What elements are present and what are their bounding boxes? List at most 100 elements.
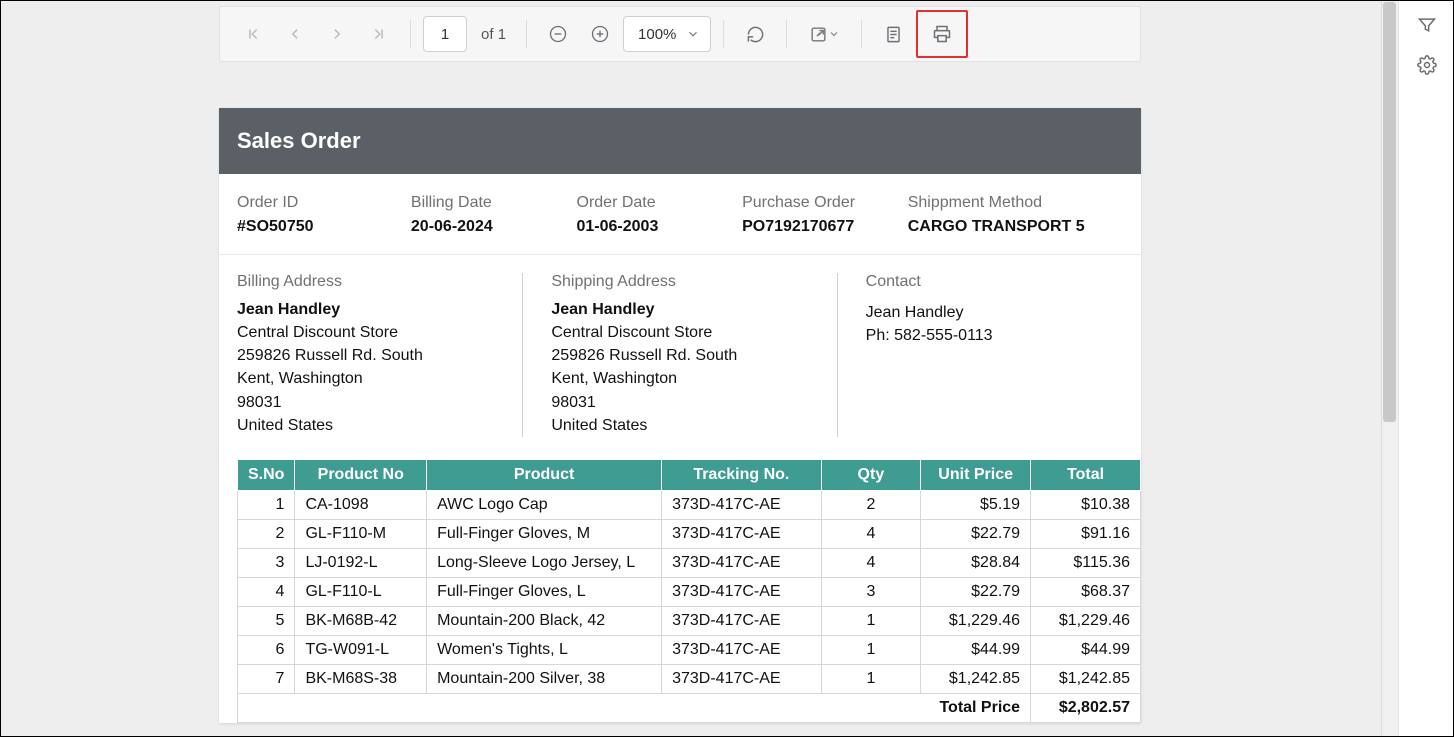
viewer-area: of 1 100% Sales Order [0,0,1398,737]
ship-method-value: CARGO TRANSPORT 5 [908,218,1123,236]
col-sno: S.No [238,459,295,490]
settings-button[interactable] [1416,54,1438,76]
toolbar-divider [526,20,527,48]
export-icon [809,25,828,44]
col-qty: Qty [821,459,921,490]
refresh-button[interactable] [736,15,774,53]
cell-unitprice: $44.99 [921,635,1031,664]
billing-line: Central Discount Store [237,321,478,344]
cell-total: $10.38 [1031,490,1141,519]
table-row: 5BK-M68B-42Mountain-200 Black, 42373D-41… [238,606,1141,635]
zoom-in-button[interactable] [581,15,619,53]
order-info-grid: Order ID #SO50750 Billing Date 20-06-202… [219,174,1141,255]
minus-circle-icon [548,24,568,44]
billing-address-title: Billing Address [237,273,478,291]
report-page: Sales Order Order ID #SO50750 Billing Da… [219,108,1141,723]
cell-tracking: 373D-417C-AE [662,548,821,577]
cell-qty: 2 [821,490,921,519]
page-number-input[interactable] [423,16,467,52]
plus-circle-icon [590,24,610,44]
cell-productno: LJ-0192-L [295,548,427,577]
shipping-line: 259826 Russell Rd. South [551,344,792,367]
last-page-icon [370,25,388,43]
first-page-button[interactable] [234,15,272,53]
scrollbar[interactable] [1381,0,1398,737]
prev-page-button[interactable] [276,15,314,53]
gear-icon [1417,55,1437,75]
purchase-order-label: Purchase Order [742,194,908,212]
cell-productno: TG-W091-L [295,635,427,664]
print-button[interactable] [916,10,968,58]
zoom-value: 100% [638,26,676,43]
refresh-icon [746,25,765,44]
shipping-address: Shipping Address Jean Handley Central Di… [551,273,808,437]
col-productno: Product No [295,459,427,490]
cell-product: Mountain-200 Black, 42 [427,606,662,635]
shipping-line: United States [551,414,792,437]
contact-title: Contact [866,273,1107,291]
cell-productno: BK-M68S-38 [295,664,427,693]
address-grid: Billing Address Jean Handley Central Dis… [219,255,1141,459]
cell-product: Mountain-200 Silver, 38 [427,664,662,693]
table-row: 4GL-F110-LFull-Finger Gloves, L373D-417C… [238,577,1141,606]
cell-sno: 6 [238,635,295,664]
cell-qty: 3 [821,577,921,606]
order-id-label: Order ID [237,194,411,212]
toolbar-divider [786,20,787,48]
line-items-table: S.No Product No Product Tracking No. Qty… [237,459,1141,723]
table-row: 1CA-1098AWC Logo Cap373D-417C-AE2$5.19$1… [238,490,1141,519]
col-unitprice: Unit Price [921,459,1031,490]
toolbar-divider [723,20,724,48]
col-total: Total [1031,459,1141,490]
zoom-out-button[interactable] [539,15,577,53]
table-row: 7BK-M68S-38Mountain-200 Silver, 38373D-4… [238,664,1141,693]
report-title: Sales Order [219,108,1141,174]
cell-total: $1,242.85 [1031,664,1141,693]
scrollbar-thumb[interactable] [1383,2,1396,422]
billing-date-value: 20-06-2024 [411,218,577,236]
cell-total: $115.36 [1031,548,1141,577]
ship-method-label: Shippment Method [908,194,1123,212]
cell-productno: BK-M68B-42 [295,606,427,635]
filter-button[interactable] [1416,14,1438,36]
billing-line: United States [237,414,478,437]
cell-product: Women's Tights, L [427,635,662,664]
shipping-name: Jean Handley [551,301,792,319]
cell-unitprice: $5.19 [921,490,1031,519]
print-icon [932,24,952,44]
page-setup-button[interactable] [874,15,912,53]
cell-unitprice: $22.79 [921,519,1031,548]
billing-date-label: Billing Date [411,194,577,212]
last-page-button[interactable] [360,15,398,53]
cell-productno: GL-F110-L [295,577,427,606]
chevron-left-icon [286,25,304,43]
order-date-label: Order Date [577,194,743,212]
cell-total: $1,229.46 [1031,606,1141,635]
billing-name: Jean Handley [237,301,478,319]
chevron-down-icon [686,27,700,41]
cell-tracking: 373D-417C-AE [662,519,821,548]
first-page-icon [244,25,262,43]
cell-tracking: 373D-417C-AE [662,490,821,519]
export-button[interactable] [799,15,849,53]
cell-sno: 3 [238,548,295,577]
cell-product: Full-Finger Gloves, M [427,519,662,548]
cell-product: AWC Logo Cap [427,490,662,519]
billing-line: 98031 [237,391,478,414]
toolbar-divider [861,20,862,48]
address-divider [837,273,838,437]
shipping-line: 98031 [551,391,792,414]
cell-unitprice: $1,229.46 [921,606,1031,635]
cell-total: $91.16 [1031,519,1141,548]
contact-block: Contact Jean Handley Ph: 582-555-0113 [866,273,1123,437]
cell-productno: GL-F110-M [295,519,427,548]
cell-unitprice: $28.84 [921,548,1031,577]
billing-address: Billing Address Jean Handley Central Dis… [237,273,494,437]
chevron-right-icon [328,25,346,43]
next-page-button[interactable] [318,15,356,53]
cell-sno: 2 [238,519,295,548]
cell-sno: 5 [238,606,295,635]
zoom-select[interactable]: 100% [623,16,711,52]
cell-sno: 1 [238,490,295,519]
contact-name: Jean Handley [866,301,1107,324]
